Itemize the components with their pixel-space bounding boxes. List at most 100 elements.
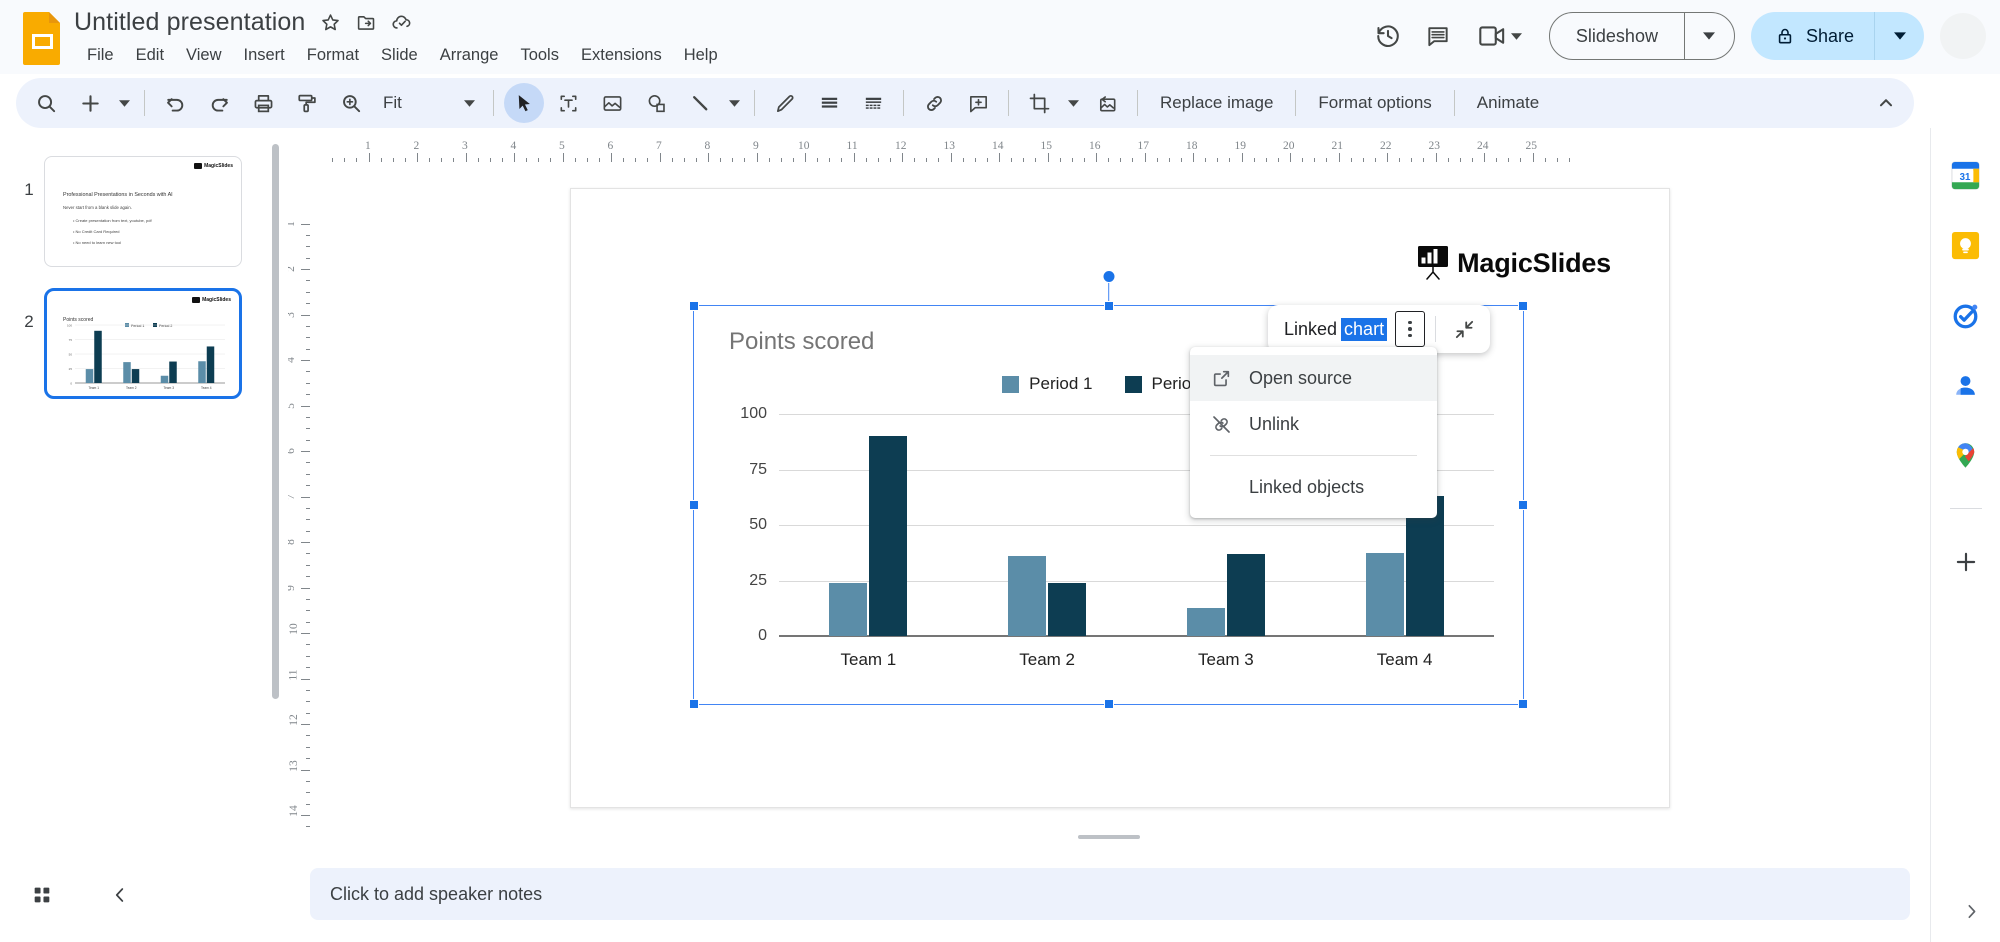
version-history-icon[interactable]	[1363, 11, 1413, 61]
resize-handle-nw[interactable]	[689, 301, 699, 311]
star-icon[interactable]	[319, 11, 341, 33]
menu-item-unlink[interactable]: Unlink	[1190, 401, 1437, 447]
zoom-in-icon[interactable]	[331, 83, 371, 123]
google-calendar-icon[interactable]: 31	[1949, 158, 1983, 192]
text-box-icon[interactable]	[548, 83, 588, 123]
layout-icon[interactable]	[853, 83, 893, 123]
shape-icon[interactable]	[636, 83, 676, 123]
resize-handle-n[interactable]	[1103, 301, 1114, 311]
ruler-tick-major	[562, 153, 564, 162]
ruler-tick-major	[301, 678, 310, 680]
chevron-right-icon[interactable]	[1954, 894, 1988, 928]
slideshow-button[interactable]: Slideshow	[1550, 13, 1684, 59]
menu-slide[interactable]: Slide	[370, 43, 429, 68]
resize-handle-ne[interactable]	[1518, 301, 1528, 311]
grid-view-icon[interactable]	[22, 875, 62, 915]
ruler-label: 7	[288, 494, 297, 500]
slide-thumbnail[interactable]: MagicSlides Professional Presentations i…	[44, 156, 242, 267]
menu-extensions[interactable]: Extensions	[570, 43, 673, 68]
link-icon[interactable]	[914, 83, 954, 123]
menu-edit[interactable]: Edit	[125, 43, 175, 68]
line-icon[interactable]	[680, 83, 720, 123]
menu-item-open-source[interactable]: Open source	[1190, 355, 1437, 401]
svg-text:Team 4: Team 4	[201, 386, 212, 390]
filmstrip-slide-1[interactable]: 1 MagicSlides Professional Presentations…	[14, 156, 242, 267]
google-tasks-icon[interactable]	[1949, 298, 1983, 332]
print-icon[interactable]	[243, 83, 283, 123]
redo-icon[interactable]	[199, 83, 239, 123]
animate-button[interactable]: Animate	[1463, 85, 1553, 121]
add-on-plus-icon[interactable]	[1949, 545, 1983, 579]
menu-insert[interactable]: Insert	[233, 43, 296, 68]
move-to-folder-icon[interactable]	[355, 11, 377, 33]
comment-icon[interactable]	[1413, 11, 1463, 61]
menu-help[interactable]: Help	[673, 43, 729, 68]
slide-logo: MagicSlides	[1418, 246, 1611, 280]
filmstrip-scrollbar[interactable]	[272, 144, 279, 844]
reset-image-icon[interactable]	[1087, 83, 1127, 123]
magicslides-board-icon	[1418, 246, 1449, 280]
meet-button[interactable]	[1463, 11, 1537, 61]
menu-view[interactable]: View	[175, 43, 232, 68]
slideshow-dropdown-icon[interactable]	[1683, 13, 1734, 59]
ruler-tick-minor	[1314, 157, 1316, 162]
google-contacts-icon[interactable]	[1949, 368, 1983, 402]
pen-icon[interactable]	[765, 83, 805, 123]
cloud-saved-icon[interactable]	[391, 11, 413, 33]
share-button[interactable]: Share	[1751, 12, 1874, 60]
slide-canvas[interactable]: MagicSlides Points scored Period 1 Perio…	[570, 188, 1670, 808]
cursor-arrow-icon[interactable]	[504, 83, 544, 123]
share-dropdown-icon[interactable]	[1874, 12, 1924, 60]
ruler-tick-minor	[865, 157, 867, 162]
chevron-up-icon[interactable]	[1866, 83, 1906, 123]
more-options-icon[interactable]	[1395, 311, 1426, 347]
ruler-tick-major	[1435, 153, 1437, 162]
crop-dropdown-icon[interactable]	[1061, 85, 1085, 121]
menu-item-linked-objects[interactable]: Linked objects	[1190, 464, 1437, 510]
speaker-notes[interactable]: Click to add speaker notes	[310, 868, 1910, 920]
collapse-arrows-icon[interactable]	[1446, 311, 1482, 347]
svg-text:Team 3: Team 3	[164, 386, 175, 390]
resize-handle-w[interactable]	[689, 500, 699, 510]
crop-icon[interactable]	[1019, 83, 1059, 123]
lines-icon[interactable]	[809, 83, 849, 123]
page-title[interactable]: Untitled presentation	[74, 8, 305, 37]
paint-roller-icon[interactable]	[287, 83, 327, 123]
vertical-ruler[interactable]: 1234567891011121314	[288, 170, 310, 830]
add-comment-icon[interactable]	[958, 83, 998, 123]
search-icon[interactable]	[26, 83, 66, 123]
undo-icon[interactable]	[155, 83, 195, 123]
ruler-tick-minor	[380, 157, 382, 162]
image-icon[interactable]	[592, 83, 632, 123]
lock-icon	[1775, 26, 1795, 46]
new-slide-dropdown-icon[interactable]	[112, 85, 136, 121]
notes-resize-grabber[interactable]	[1078, 835, 1140, 839]
menu-arrange[interactable]: Arrange	[429, 43, 510, 68]
scrollbar-thumb[interactable]	[272, 144, 279, 699]
ruler-tick-minor	[453, 157, 455, 162]
replace-image-button[interactable]: Replace image	[1146, 85, 1287, 121]
menu-file[interactable]: File	[76, 43, 125, 68]
ruler-tick-minor	[1108, 157, 1110, 162]
line-dropdown-icon[interactable]	[722, 85, 746, 121]
ruler-tick-minor	[1217, 157, 1219, 162]
avatar[interactable]	[1940, 13, 1986, 59]
unlink-icon	[1210, 413, 1232, 435]
zoom-level-select[interactable]: Fit	[373, 85, 485, 121]
resize-handle-s[interactable]	[1103, 699, 1114, 709]
resize-handle-se[interactable]	[1518, 699, 1528, 709]
resize-handle-e[interactable]	[1518, 500, 1528, 510]
google-keep-icon[interactable]	[1949, 228, 1983, 262]
filmstrip-slide-2[interactable]: 2 MagicSlides Points scored Period 1 Peri…	[14, 288, 242, 399]
format-options-button[interactable]: Format options	[1304, 85, 1445, 121]
chevron-left-icon[interactable]	[100, 875, 140, 915]
menu-format[interactable]: Format	[296, 43, 370, 68]
linked-chip-selected-text[interactable]: chart	[1341, 317, 1388, 341]
rotation-handle[interactable]	[1102, 270, 1115, 283]
google-maps-icon[interactable]	[1949, 438, 1983, 472]
slide-thumbnail-selected[interactable]: MagicSlides Points scored Period 1 Period…	[44, 288, 242, 399]
new-slide-icon[interactable]	[70, 83, 110, 123]
horizontal-ruler[interactable]: 1 2 3 4 5 6 7 8 9 10 11 12 13 14 15 16 17 18 19 20 21 22 23 24 2…	[310, 140, 1910, 162]
menu-tools[interactable]: Tools	[509, 43, 570, 68]
resize-handle-sw[interactable]	[689, 699, 699, 709]
